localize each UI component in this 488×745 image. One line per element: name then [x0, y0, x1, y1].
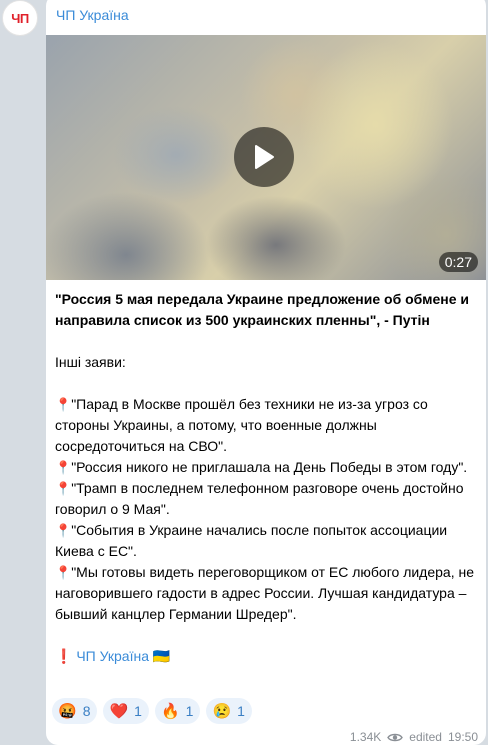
post-headline: "Россия 5 мая передала Украине предложен…	[55, 291, 470, 328]
heart-icon: ❤️	[109, 703, 129, 720]
play-button[interactable]	[234, 127, 294, 187]
list-item: 📍"События в Украине начались после попыт…	[55, 520, 479, 562]
list-item: 📍"Трамп в последнем телефонном разговоре…	[55, 478, 479, 520]
list-item: 📍"Россия никого не приглашала на День По…	[55, 457, 479, 478]
reaction-crying[interactable]: 😢 1	[206, 698, 252, 724]
exclamation-icon: ❗	[55, 648, 73, 664]
pin-icon: 📍	[55, 565, 72, 580]
angry-face-icon: 🤬	[58, 703, 77, 720]
video-duration: 0:27	[438, 252, 478, 272]
reaction-count: 1	[134, 703, 142, 719]
list-item-text: "Парад в Москве прошёл без техники не из…	[55, 396, 428, 454]
fire-icon: 🔥	[160, 703, 180, 720]
crying-face-icon: 😢	[212, 703, 232, 720]
pin-icon: 📍	[55, 460, 72, 475]
list-item-text: "Мы готовы видеть переговорщиком от ЕС л…	[55, 564, 475, 622]
pin-icon: 📍	[55, 397, 72, 412]
message-meta: 1.34K edited 19:50	[350, 730, 478, 744]
video-thumbnail[interactable]: 0:27	[46, 35, 486, 280]
pin-icon: 📍	[55, 523, 72, 538]
message-text: "Россия 5 мая передала Украине предложен…	[55, 289, 479, 667]
message-time: 19:50	[447, 730, 478, 744]
avatar-text: ЧП	[11, 10, 29, 26]
reaction-count: 1	[237, 703, 245, 719]
list-item-text: "Трамп в последнем телефонном разговоре …	[55, 480, 464, 517]
edited-label: edited	[409, 730, 442, 744]
post-intro: Інші заяви:	[55, 354, 126, 370]
reaction-fire[interactable]: 🔥 1	[154, 698, 201, 724]
play-icon	[255, 145, 274, 169]
channel-footer-link[interactable]: ЧП Україна	[76, 648, 149, 664]
channel-name-link[interactable]: ЧП Україна	[56, 7, 129, 23]
channel-avatar[interactable]: ЧП	[2, 0, 38, 36]
list-item: 📍"Мы готовы видеть переговорщиком от ЕС …	[55, 562, 479, 625]
reaction-count: 8	[82, 703, 91, 719]
pin-icon: 📍	[55, 481, 72, 496]
eye-icon	[387, 733, 404, 741]
post-footer: ❗ ЧП Україна 🇺🇦	[55, 646, 479, 667]
list-item-text: "Россия никого не приглашала на День Поб…	[71, 459, 468, 475]
view-count: 1.34K	[349, 730, 382, 744]
reaction-heart[interactable]: ❤️ 1	[103, 698, 149, 724]
reactions-bar: 🤬 8 ❤️ 1 🔥 1 😢 1	[52, 698, 252, 724]
reaction-count: 1	[185, 703, 194, 719]
message-bubble: ЧП Україна 0:27 "Россия 5 мая передала У…	[46, 0, 486, 745]
reaction-angry[interactable]: 🤬 8	[52, 698, 98, 724]
ukraine-flag-icon: 🇺🇦	[152, 648, 171, 664]
list-item-text: "События в Украине начались после попыто…	[55, 522, 448, 559]
list-item: 📍"Парад в Москве прошёл без техники не и…	[55, 394, 479, 457]
